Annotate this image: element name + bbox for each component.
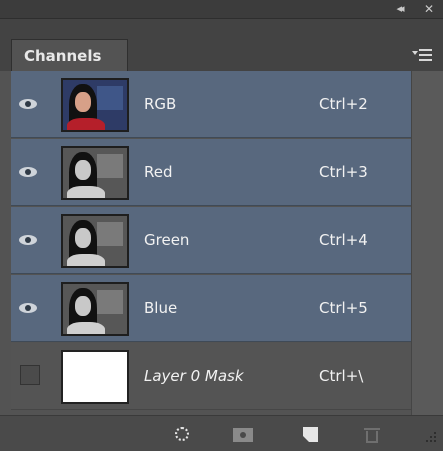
channel-name: Green bbox=[144, 231, 190, 249]
eye-icon[interactable] bbox=[19, 298, 39, 318]
delete-channel-icon[interactable] bbox=[362, 425, 382, 445]
resize-grip-icon[interactable] bbox=[424, 430, 438, 444]
collapse-panel-icon[interactable]: ◂◂ bbox=[388, 1, 410, 17]
mask-thumbnail bbox=[61, 350, 129, 404]
channel-name: Layer 0 Mask bbox=[144, 367, 244, 385]
channel-list: RGB Ctrl+2 Red Ctrl+3 Green Ctrl+4 Blue … bbox=[11, 71, 411, 415]
channel-name: Red bbox=[144, 163, 173, 181]
channel-name: RGB bbox=[144, 95, 177, 113]
panel-title-bar: ◂◂ ✕ bbox=[0, 0, 443, 19]
eye-icon[interactable] bbox=[19, 162, 39, 182]
channel-shortcut: Ctrl+\ bbox=[319, 367, 364, 385]
channel-thumbnail bbox=[61, 78, 129, 132]
channel-row-blue[interactable]: Blue Ctrl+5 bbox=[11, 275, 411, 342]
load-channel-as-selection-icon[interactable] bbox=[173, 425, 193, 445]
panel-menu-icon[interactable] bbox=[412, 45, 436, 65]
channel-shortcut: Ctrl+3 bbox=[319, 163, 368, 181]
vertical-scrollbar[interactable] bbox=[411, 71, 443, 415]
channel-shortcut: Ctrl+2 bbox=[319, 95, 368, 113]
channel-thumbnail bbox=[61, 146, 129, 200]
channel-shortcut: Ctrl+4 bbox=[319, 231, 368, 249]
channel-row-red[interactable]: Red Ctrl+3 bbox=[11, 139, 411, 206]
eye-icon[interactable] bbox=[19, 230, 39, 250]
tab-channels-label: Channels bbox=[24, 47, 102, 65]
channel-thumbnail bbox=[61, 282, 129, 336]
new-channel-icon[interactable] bbox=[301, 425, 321, 445]
save-selection-as-channel-icon[interactable] bbox=[233, 425, 253, 445]
visibility-toggle-empty[interactable] bbox=[20, 365, 40, 385]
tab-channels[interactable]: Channels bbox=[11, 39, 128, 71]
channel-name: Blue bbox=[144, 299, 178, 317]
channels-toolbar bbox=[0, 415, 443, 451]
channels-panel: ◂◂ ✕ Channels RGB Ctrl+2 Red Ctrl+3 Gree… bbox=[0, 0, 443, 451]
channel-thumbnail bbox=[61, 214, 129, 268]
eye-icon[interactable] bbox=[19, 94, 39, 114]
channel-row-green[interactable]: Green Ctrl+4 bbox=[11, 207, 411, 274]
channel-row-rgb[interactable]: RGB Ctrl+2 bbox=[11, 71, 411, 138]
close-panel-icon[interactable]: ✕ bbox=[420, 1, 438, 17]
channel-shortcut: Ctrl+5 bbox=[319, 299, 368, 317]
panel-tab-row: Channels bbox=[0, 19, 443, 71]
channel-row-layer-0-mask[interactable]: Layer 0 Mask Ctrl+\ bbox=[11, 343, 411, 410]
